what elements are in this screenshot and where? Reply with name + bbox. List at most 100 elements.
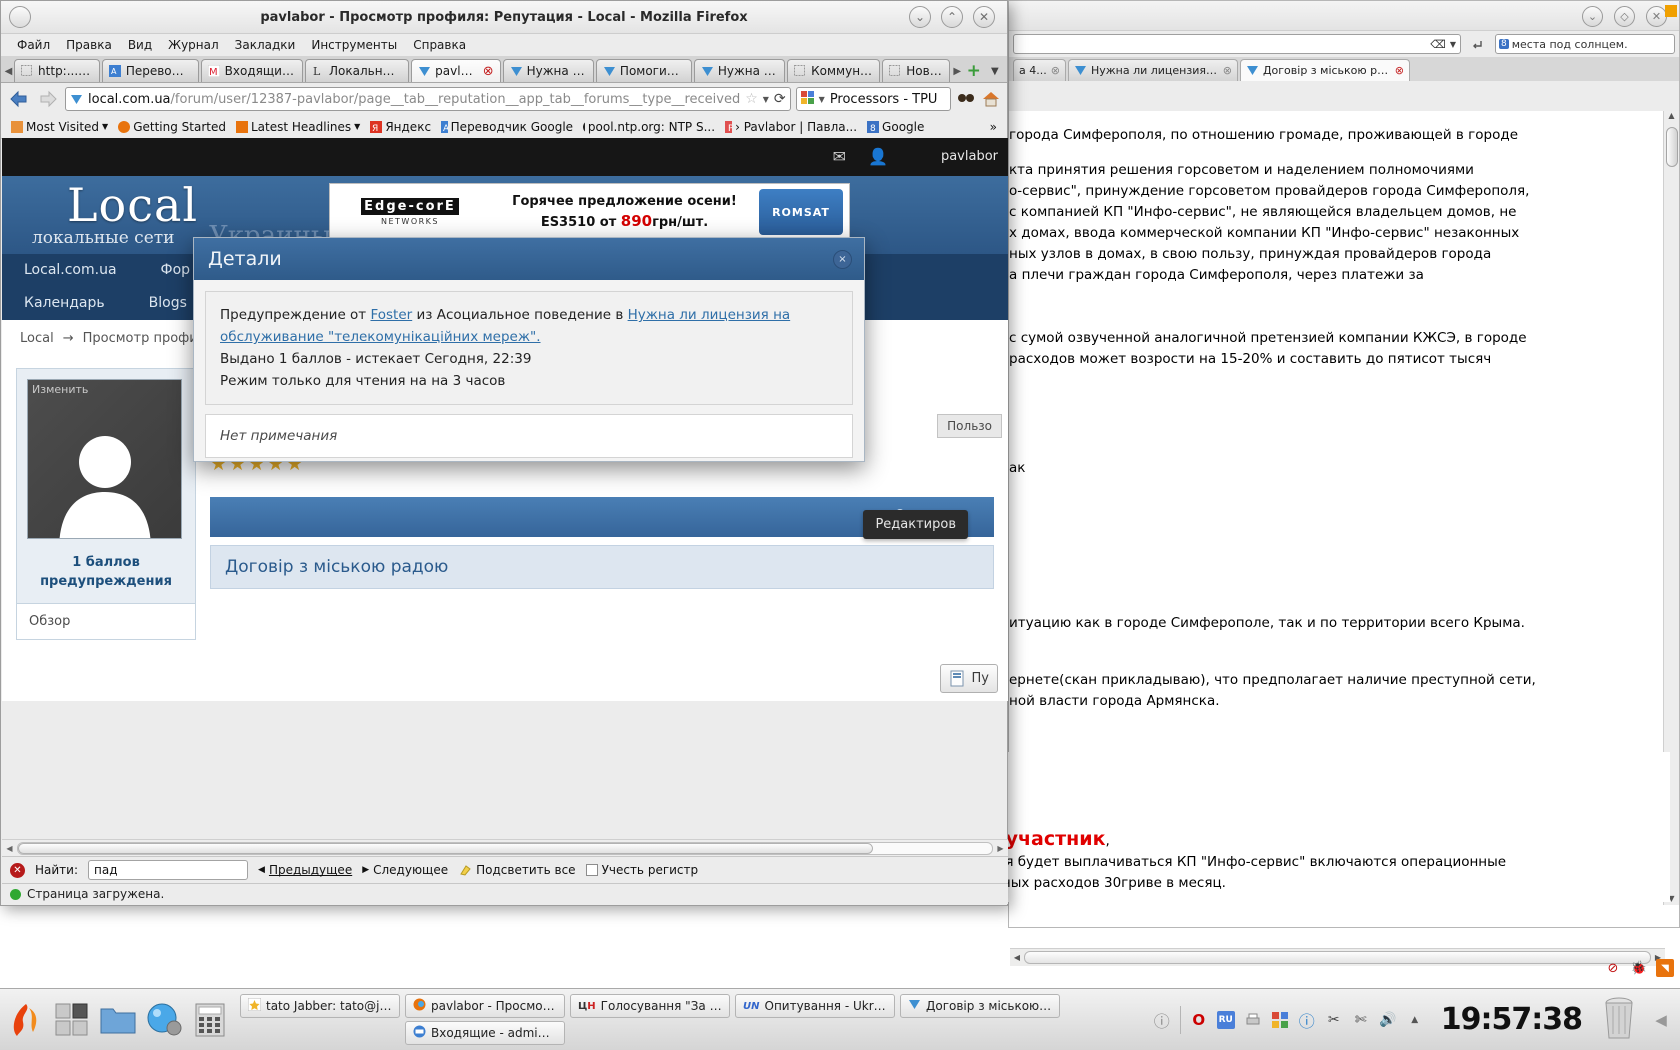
bug-icon[interactable]: 🐞: [1630, 959, 1648, 977]
forward-navigation-button[interactable]: [36, 86, 60, 112]
chevron-down-icon[interactable]: ▼: [819, 95, 825, 104]
site-identity-icon[interactable]: [70, 93, 83, 106]
bookmark-most-visited[interactable]: Most Visited ▼: [7, 118, 112, 136]
url-bar[interactable]: local.com.ua/forum/user/12387-pavlabor/p…: [65, 87, 791, 111]
warning-issuer-link[interactable]: Foster: [370, 307, 412, 323]
back-go-button[interactable]: [1465, 32, 1491, 56]
find-input[interactable]: пад: [88, 860, 249, 880]
chevron-down-icon[interactable]: ▼: [354, 122, 360, 131]
scissors-icon[interactable]: ✂: [1325, 1011, 1343, 1029]
info2-icon[interactable]: ⓘ: [1298, 1011, 1316, 1031]
back-window-notification-icons[interactable]: ⊘ 🐞 ◥: [1604, 959, 1674, 977]
find-next-button[interactable]: ▶ Следующее: [362, 863, 448, 877]
block-icon[interactable]: ⊘: [1604, 959, 1622, 977]
volume-icon[interactable]: 🔊: [1379, 1011, 1397, 1029]
settings-globe-icon[interactable]: [144, 1000, 184, 1040]
collapse-taskbar-icon[interactable]: ◀: [1652, 1011, 1670, 1029]
firefox-window[interactable]: pavlabor - Просмотр профиля: Репутация -…: [0, 0, 1008, 906]
tab-4-active[interactable]: pavla... ⊗: [411, 59, 501, 82]
find-highlight-all-button[interactable]: Подсветить все: [458, 863, 576, 877]
tab-5[interactable]: Нужна ли...: [502, 59, 594, 82]
task-dogovir[interactable]: Договір з міською радо: [900, 994, 1060, 1018]
back-tab-1[interactable]: Нужна ли лицензия на обс... ⊗: [1067, 59, 1238, 81]
back-url-bar[interactable]: ⌫ ▼: [1013, 34, 1461, 54]
taskbar[interactable]: tato Jabber: tato@jab pavlabor - Просмот…: [0, 988, 1680, 1050]
tabstrip-scroll-left-icon[interactable]: ◀: [3, 60, 14, 82]
system-tray[interactable]: ⓘ O RU ⓘ ✂ ✄ 🔊 ▲ 19:57:38 ◀: [1143, 989, 1680, 1050]
taskbar-task-list[interactable]: tato Jabber: tato@jab pavlabor - Просмот…: [236, 994, 1143, 1045]
checkbox-icon[interactable]: [585, 864, 598, 876]
sidebar-tab-overview[interactable]: Обзор: [17, 604, 195, 639]
back-window-navbar[interactable]: ⌫ ▼ 8 места под солнцем.: [1009, 31, 1679, 57]
bookmark-star-icon[interactable]: ☆: [745, 91, 758, 107]
dialog-close-button[interactable]: ×: [833, 250, 852, 269]
keyboard-layout-icon[interactable]: RU: [1216, 1010, 1235, 1029]
task-golosuvannya[interactable]: ЦН Голосування "За яку па: [570, 994, 730, 1018]
firefox-navbar[interactable]: local.com.ua/forum/user/12387-pavlabor/p…: [1, 83, 1007, 115]
close-button[interactable]: ✕: [973, 6, 995, 28]
menu-edit[interactable]: Правка: [58, 36, 120, 54]
bookmark-ntp[interactable]: pool.ntp.org: NTP S...: [579, 118, 719, 136]
back-tab-2[interactable]: Договір з міською радою ... ⊗: [1239, 59, 1410, 81]
tabstrip-scroll-right-icon[interactable]: ▶: [952, 60, 963, 82]
list-all-tabs-icon[interactable]: ▼: [985, 60, 1005, 82]
search-bar[interactable]: ▼ Processors - TPU: [795, 87, 951, 111]
page-horizontal-scrollbar[interactable]: ◀ ▶: [2, 839, 1008, 856]
taskbar-row-1[interactable]: tato Jabber: tato@jab pavlabor - Просмот…: [240, 994, 1139, 1018]
scrollbar-thumb[interactable]: [1024, 951, 1651, 964]
menu-history[interactable]: Журнал: [160, 36, 227, 54]
bookmark-latest-headlines[interactable]: Latest Headlines ▼: [232, 118, 364, 136]
find-match-case-checkbox[interactable]: Учесть регистр: [585, 863, 698, 877]
tab-9[interactable]: Новая в: [882, 59, 950, 82]
back-tab-0[interactable]: а 4... ⊗: [1013, 59, 1066, 81]
back-navigation-button[interactable]: [7, 86, 31, 112]
task-mail-inbox[interactable]: Входящие - admin - M: [405, 1021, 565, 1045]
close-icon[interactable]: ⊗: [483, 64, 494, 79]
tab-0[interactable]: http:....114/: [14, 59, 100, 82]
file-manager-icon[interactable]: [98, 1000, 138, 1040]
scroll-left-icon[interactable]: ◀: [2, 844, 17, 853]
window-menu-icon[interactable]: [9, 6, 31, 28]
publish-button[interactable]: Пу: [939, 664, 998, 693]
site-username[interactable]: pavlabor: [941, 149, 998, 164]
bookmark-getting-started[interactable]: Getting Started: [114, 118, 230, 136]
bookmark-google-translate[interactable]: A Переводчик Google: [437, 118, 577, 136]
back-maximize-button[interactable]: ◇: [1614, 6, 1635, 27]
info-icon[interactable]: ⓘ: [1153, 1011, 1171, 1031]
trash-icon[interactable]: [1599, 996, 1643, 1044]
new-tab-button[interactable]: +: [963, 60, 985, 82]
rss-icon[interactable]: ◥: [1656, 959, 1674, 977]
close-icon[interactable]: ⊗: [1223, 64, 1232, 77]
user-icon[interactable]: 👤: [868, 147, 888, 166]
nav-item-calendar[interactable]: Календарь: [2, 287, 127, 320]
menu-view[interactable]: Вид: [120, 36, 160, 54]
back-minimize-button[interactable]: ⌄: [1582, 6, 1603, 27]
calculator-icon[interactable]: [190, 1000, 230, 1040]
scroll-right-icon[interactable]: ▶: [993, 844, 1008, 853]
site-topbar-icons[interactable]: ✉ 👤: [833, 147, 888, 166]
menu-bookmarks[interactable]: Закладки: [227, 36, 304, 54]
close-icon[interactable]: ⊗: [1395, 64, 1404, 77]
user-options-button[interactable]: Пользо: [937, 414, 1002, 438]
edit-button[interactable]: Редактиров: [863, 510, 968, 539]
scrollbar-trough[interactable]: [17, 841, 993, 855]
avatar-change-label[interactable]: Изменить: [32, 383, 88, 396]
firefox-menubar[interactable]: Файл Правка Вид Журнал Закладки Инструме…: [1, 34, 1007, 56]
bookmark-yandex[interactable]: Я Яндекс: [366, 118, 435, 136]
close-icon[interactable]: ⊗: [1051, 64, 1060, 77]
firefox-tabstrip[interactable]: ◀ http:....114/ A Переводч... M Входящие…: [1, 56, 1007, 83]
find-bar[interactable]: ✕ Найти: пад ◀ Предыдущее ▶ Следующее По…: [2, 856, 1008, 883]
maximize-button[interactable]: ⌃: [941, 6, 963, 28]
bookmarks-toolbar[interactable]: Most Visited ▼ Getting Started Latest He…: [1, 115, 1007, 139]
expand-tray-icon[interactable]: ▲: [1406, 1011, 1424, 1029]
back-window-titlebar[interactable]: ⌄ ◇ ✕: [1009, 1, 1679, 31]
nav-item-local[interactable]: Local.com.ua: [2, 254, 139, 287]
show-desktop-icon[interactable]: [52, 1000, 92, 1040]
back-window-horizontal-scrollbar[interactable]: ◀ ▶: [1010, 948, 1665, 966]
avatar[interactable]: Изменить: [27, 379, 182, 539]
site-logo[interactable]: Local: [67, 178, 198, 232]
details-dialog[interactable]: Детали × Предупреждение от Foster из Асо…: [193, 237, 865, 462]
chevron-down-icon[interactable]: ▼: [1450, 40, 1456, 49]
bookmark-google[interactable]: 8 Google: [863, 118, 928, 136]
taskbar-clock[interactable]: 19:57:38: [1441, 1002, 1583, 1037]
